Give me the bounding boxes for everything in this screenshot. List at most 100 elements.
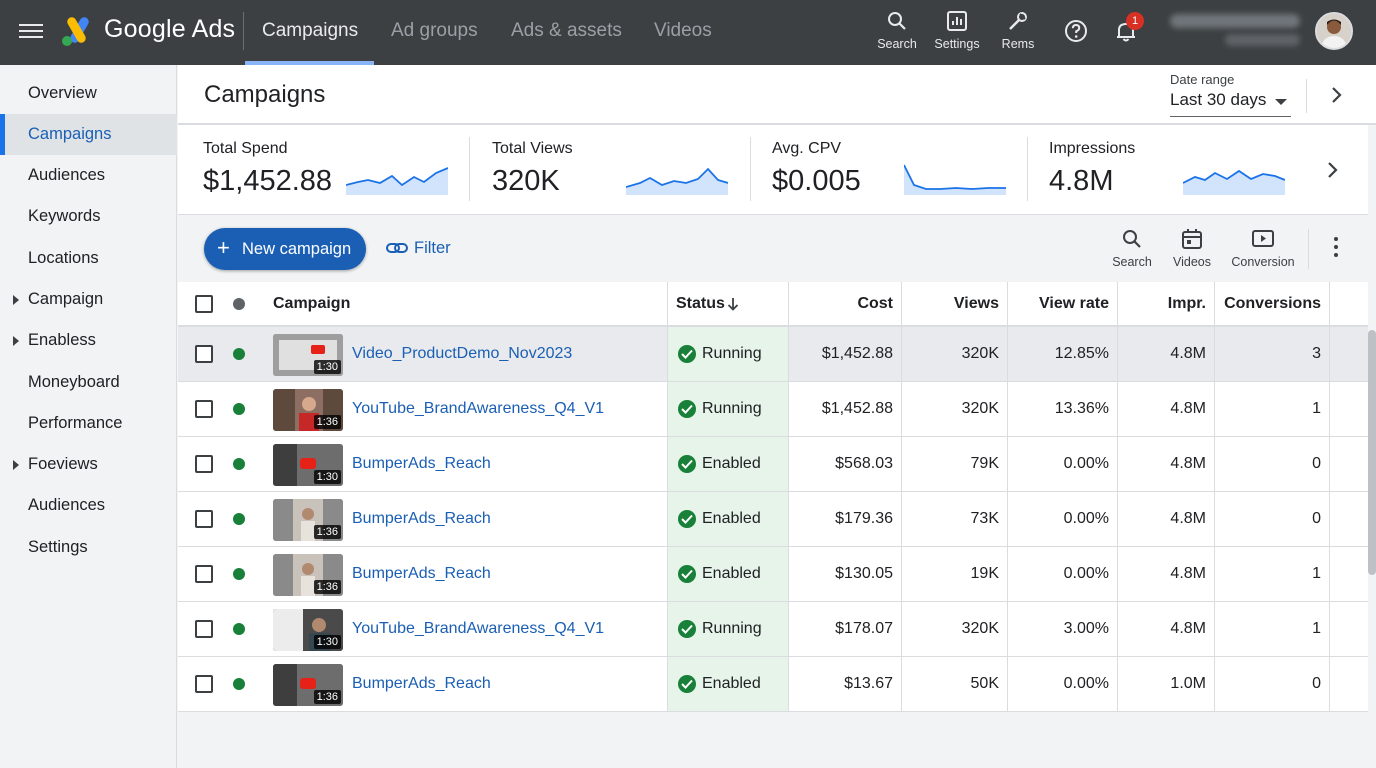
row-checkbox[interactable] xyxy=(195,565,213,583)
video-thumbnail[interactable]: 1:36 xyxy=(273,554,343,596)
avatar[interactable] xyxy=(1315,12,1353,50)
stat-avg-cpv[interactable]: Avg. CPV $0.005 xyxy=(772,125,1012,215)
chevron-right-icon[interactable] xyxy=(1326,84,1346,106)
tab-videos[interactable]: Videos xyxy=(654,20,712,42)
sidebar-item-overview[interactable]: Overview xyxy=(0,73,177,114)
views-cell: 320K xyxy=(902,327,1007,381)
campaign-name-link[interactable]: BumperAds_Reach xyxy=(352,565,491,583)
status-dot xyxy=(233,678,245,690)
campaign-name-link[interactable]: BumperAds_Reach xyxy=(352,455,491,473)
stat-total-views[interactable]: Total Views 320K xyxy=(492,125,732,215)
toolbar-search-button[interactable]: Search xyxy=(1099,227,1165,269)
video-thumbnail[interactable]: 1:36 xyxy=(273,389,343,431)
filter-label: Filter xyxy=(414,239,451,257)
table-row[interactable]: 1:36 BumperAds_Reach Enabled $130.05 19K… xyxy=(178,547,1368,602)
sidebar-item-label: Overview xyxy=(28,84,97,102)
row-checkbox[interactable] xyxy=(195,455,213,473)
sidebar-item-locations[interactable]: Locations xyxy=(0,238,177,279)
sidebar-item-enabless[interactable]: Enabless xyxy=(0,320,177,361)
conversions-cell: 1 xyxy=(1215,602,1329,656)
hamburger-menu-icon[interactable] xyxy=(19,20,43,44)
campaign-name-link[interactable]: YouTube_BrandAwareness_Q4_V1 xyxy=(352,400,604,418)
video-thumbnail[interactable]: 1:36 xyxy=(273,499,343,541)
table-row[interactable]: 1:30 Video_ProductDemo_Nov2023 Running $… xyxy=(178,327,1368,382)
header-view-rate-cell[interactable]: View rate xyxy=(1008,282,1117,325)
campaign-name-link[interactable]: BumperAds_Reach xyxy=(352,675,491,693)
video-thumbnail[interactable]: 1:30 xyxy=(273,444,343,486)
status-dot xyxy=(233,568,245,580)
header-status-cell[interactable]: Status xyxy=(668,282,788,325)
sidebar-item-foeviews[interactable]: Foeviews xyxy=(0,444,177,485)
help-icon[interactable] xyxy=(1063,18,1089,44)
stat-label: Avg. CPV xyxy=(772,140,842,157)
vertical-scrollbar[interactable] xyxy=(1368,330,1376,575)
campaign-name-link[interactable]: BumperAds_Reach xyxy=(352,510,491,528)
status-text: Enabled xyxy=(702,565,761,582)
row-checkbox[interactable] xyxy=(195,675,213,693)
top-settings-button[interactable]: Settings xyxy=(927,9,987,51)
view-rate-cell: 3.00% xyxy=(1008,602,1117,656)
header-campaign: Campaign xyxy=(273,294,351,312)
table-row[interactable]: 1:36 YouTube_BrandAwareness_Q4_V1 Runnin… xyxy=(178,382,1368,437)
video-thumbnail[interactable]: 1:36 xyxy=(273,664,343,706)
divider xyxy=(1329,382,1330,436)
status-text: Running xyxy=(702,620,762,637)
conversions-cell: 0 xyxy=(1215,492,1329,546)
view-rate-value: 3.00% xyxy=(1063,620,1109,637)
header-impr-cell[interactable]: Impr. xyxy=(1118,282,1214,325)
campaign-name-link[interactable]: YouTube_BrandAwareness_Q4_V1 xyxy=(352,620,604,638)
status-cell: Running xyxy=(668,602,788,656)
row-checkbox[interactable] xyxy=(195,510,213,528)
campaign-name-link[interactable]: Video_ProductDemo_Nov2023 xyxy=(352,345,572,363)
header-campaign-cell[interactable]: Campaign xyxy=(178,282,667,325)
row-checkbox[interactable] xyxy=(195,345,213,363)
date-range-selector[interactable]: Date range Last 30 days xyxy=(1170,72,1291,117)
impr-cell: 4.8M xyxy=(1118,492,1214,546)
toolbar-conversion-label: Conversion xyxy=(1231,255,1295,269)
sidebar-item-campaign[interactable]: Campaign xyxy=(0,279,177,320)
sidebar-item-campaigns[interactable]: Campaigns xyxy=(0,114,177,155)
table-row[interactable]: 1:36 BumperAds_Reach Enabled $13.67 50K … xyxy=(178,657,1368,712)
check-circle-icon xyxy=(678,510,696,528)
toolbar-videos-button[interactable]: Videos xyxy=(1159,227,1225,269)
more-options-icon[interactable] xyxy=(1333,237,1339,259)
toolbar-conversion-button[interactable]: Conversion xyxy=(1230,227,1296,269)
sidebar-item-performance[interactable]: Performance xyxy=(0,403,177,444)
expand-arrow-icon[interactable] xyxy=(13,295,19,305)
expand-arrow-icon[interactable] xyxy=(13,460,19,470)
expand-arrow-icon[interactable] xyxy=(13,336,19,346)
date-range-label: Date range xyxy=(1170,72,1235,87)
sidebar-item-moneyboard[interactable]: Moneyboard xyxy=(0,362,177,403)
header-cost-cell[interactable]: Cost xyxy=(789,282,901,325)
new-campaign-button[interactable]: + New campaign xyxy=(204,228,366,270)
header-conversions-cell[interactable]: Conversions xyxy=(1215,282,1329,325)
tab-campaigns[interactable]: Campaigns xyxy=(262,20,358,42)
video-thumbnail[interactable]: 1:30 xyxy=(273,609,343,651)
conversions-value: 0 xyxy=(1312,510,1321,527)
header-views-cell[interactable]: Views xyxy=(902,282,1007,325)
row-checkbox[interactable] xyxy=(195,620,213,638)
row-checkbox[interactable] xyxy=(195,400,213,418)
status-dot xyxy=(233,403,245,415)
cost-value: $568.03 xyxy=(835,455,893,472)
video-thumbnail[interactable]: 1:30 xyxy=(273,334,343,376)
sidebar-item-label: Audiences xyxy=(28,166,106,184)
sidebar-item-settings[interactable]: Settings xyxy=(0,527,177,568)
top-tools-button[interactable]: Rems xyxy=(988,9,1048,51)
stat-total-spend[interactable]: Total Spend $1,452.88 xyxy=(203,125,463,215)
sidebar-item-audiences-2[interactable]: Audiences xyxy=(0,485,177,526)
table-row[interactable]: 1:30 YouTube_BrandAwareness_Q4_V1 Runnin… xyxy=(178,602,1368,657)
stat-impressions[interactable]: Impressions 4.8M xyxy=(1049,125,1289,215)
table-row[interactable]: 1:30 BumperAds_Reach Enabled $568.03 79K… xyxy=(178,437,1368,492)
tab-ads-assets[interactable]: Ads & assets xyxy=(511,20,622,42)
table-row[interactable]: 1:36 BumperAds_Reach Enabled $179.36 73K… xyxy=(178,492,1368,547)
stat-label: Total Views xyxy=(492,140,573,157)
dropdown-arrow-icon xyxy=(1275,99,1287,105)
chevron-right-icon[interactable] xyxy=(1322,159,1342,181)
tab-ad-groups[interactable]: Ad groups xyxy=(391,20,478,42)
top-search-button[interactable]: Search xyxy=(867,9,927,51)
sidebar-item-keywords[interactable]: Keywords xyxy=(0,196,177,237)
sidebar-item-audiences[interactable]: Audiences xyxy=(0,155,177,196)
account-info-redacted[interactable] xyxy=(1165,12,1305,52)
cost-cell: $130.05 xyxy=(789,547,901,601)
